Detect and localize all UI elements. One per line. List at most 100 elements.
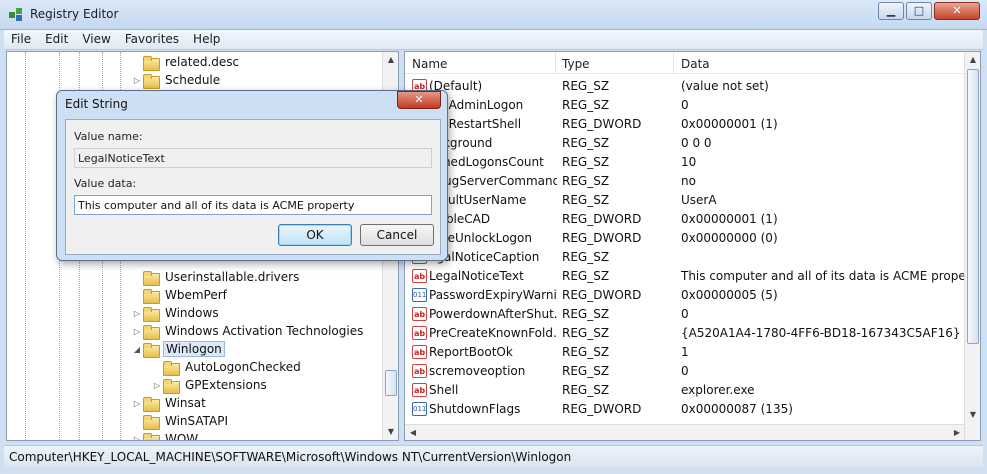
folder-icon	[143, 432, 160, 440]
menu-help[interactable]: Help	[186, 30, 227, 46]
list-row[interactable]: ab ReportBootOk REG_SZ 1	[405, 343, 965, 362]
column-divider[interactable]	[673, 52, 674, 74]
tree-item-winlogon[interactable]: ◢ Winlogon	[131, 340, 225, 358]
menu-edit[interactable]: Edit	[38, 30, 75, 46]
scroll-down-icon[interactable]: ▼	[965, 407, 980, 423]
list-row[interactable]: ab scremoveoption REG_SZ 0	[405, 362, 965, 381]
string-value-icon: ab	[412, 326, 427, 340]
tree-item[interactable]: WinSATAPI	[131, 412, 230, 430]
collapse-arrow-icon[interactable]: ◢	[131, 345, 143, 354]
list-row[interactable]: abutoAdminLogonREG_SZ0	[405, 96, 965, 115]
list-horizontal-scrollbar[interactable]: ◀ ▶	[405, 424, 965, 440]
list-row[interactable]: 011 ShutdownFlags REG_DWORD 0x00000087 (135…	[405, 400, 965, 419]
value-name-field: LegalNoticeText	[74, 148, 432, 168]
value-name: PowerdownAfterShut...	[429, 307, 557, 321]
dword-value-icon: 011	[412, 402, 427, 416]
value-name: utoAdminLogon	[429, 98, 524, 112]
string-value-icon: ab	[412, 269, 427, 283]
list-row[interactable]: 011orceUnlockLogonREG_DWORD0x00000000 (0…	[405, 229, 965, 248]
value-type: REG_SZ	[562, 193, 610, 207]
value-type: REG_SZ	[562, 326, 610, 340]
menu-file[interactable]: File	[4, 30, 38, 46]
dialog-title: Edit String	[65, 97, 128, 111]
scroll-left-icon[interactable]: ◀	[405, 425, 421, 440]
folder-icon	[143, 288, 160, 304]
scroll-right-icon[interactable]: ▶	[949, 425, 965, 440]
column-type-header[interactable]: Type	[562, 57, 590, 71]
value-type: REG_SZ	[562, 345, 610, 359]
list-row[interactable]: ab PowerdownAfterShut... REG_SZ 0	[405, 305, 965, 324]
list-row[interactable]: abebugServerCommandREG_SZno	[405, 172, 965, 191]
tree-item[interactable]: ▷ Schedule	[131, 71, 222, 89]
tree-item[interactable]: ▷ Winsat	[131, 394, 208, 412]
list-row[interactable]: 011isableCADREG_DWORD0x00000001 (1)	[405, 210, 965, 229]
list-row[interactable]: ab PreCreateKnownFold... REG_SZ {A520A1A4-1…	[405, 324, 965, 343]
tree-item[interactable]: ▷ Windows Activation Technologies	[131, 322, 365, 340]
value-name: (Default)	[429, 79, 483, 93]
value-data-input[interactable]	[74, 195, 432, 215]
list-row[interactable]: ab (Default) REG_SZ (value not set)	[405, 77, 965, 96]
list-row[interactable]: 011utoRestartShellREG_DWORD0x00000001 (1…	[405, 115, 965, 134]
expand-arrow-icon[interactable]: ▷	[151, 381, 163, 390]
value-type: REG_SZ	[562, 269, 610, 283]
tree-item-label: Winlogon	[163, 341, 225, 357]
list-row[interactable]: 011 PasswordExpiryWarni... REG_DWORD 0x0000…	[405, 286, 965, 305]
list-row[interactable]: ab Shell REG_SZ explorer.exe	[405, 381, 965, 400]
expand-arrow-icon[interactable]: ▷	[131, 399, 143, 408]
tree-item[interactable]: ▷ Windows	[131, 304, 221, 322]
folder-icon	[143, 306, 160, 322]
value-name: ackground	[429, 136, 493, 150]
list-row[interactable]: abackgroundREG_SZ0 0 0	[405, 134, 965, 153]
minimize-button[interactable]: ▁	[878, 2, 904, 20]
tree-item[interactable]: ▷ WOW	[131, 430, 200, 441]
list-row-legalnoticetext[interactable]: ab LegalNoticeText REG_SZ This computer and…	[405, 267, 980, 286]
folder-icon	[143, 414, 160, 430]
scroll-down-icon[interactable]: ▼	[383, 424, 398, 440]
value-type: REG_SZ	[562, 79, 610, 93]
menu-bar: File Edit View Favorites Help	[4, 30, 983, 50]
expand-arrow-icon[interactable]: ▷	[131, 76, 143, 85]
column-data-header[interactable]: Data	[681, 57, 710, 71]
folder-icon	[143, 73, 160, 89]
maximize-button[interactable]: □	[906, 2, 932, 20]
folder-icon	[143, 270, 160, 286]
value-name: Shell	[429, 383, 459, 397]
column-divider[interactable]	[555, 52, 556, 74]
scroll-up-icon[interactable]: ▲	[965, 52, 980, 68]
tree-item[interactable]: Userinstallable.drivers	[131, 268, 301, 286]
expand-arrow-icon[interactable]: ▷	[131, 327, 143, 336]
value-name: ReportBootOk	[429, 345, 513, 359]
values-list[interactable]: Name Type Data ab (Default) REG_SZ (value n…	[404, 51, 981, 441]
menu-favorites[interactable]: Favorites	[118, 30, 186, 46]
value-name: efaultUserName	[429, 193, 527, 207]
expand-arrow-icon[interactable]: ▷	[131, 309, 143, 318]
expand-arrow-icon[interactable]: ▷	[131, 435, 143, 441]
string-value-icon: ab	[412, 307, 427, 321]
list-row[interactable]: abefaultUserNameREG_SZUserA	[405, 191, 965, 210]
tree-item[interactable]: AutoLogonChecked	[151, 358, 303, 376]
list-vertical-scrollbar[interactable]: ▲ ▼	[964, 52, 980, 440]
column-name-header[interactable]: Name	[412, 57, 447, 71]
string-value-icon: ab	[412, 345, 427, 359]
close-button[interactable]: ✕	[934, 2, 980, 20]
tree-item[interactable]: WbemPerf	[131, 286, 229, 304]
string-value-icon: ab	[412, 383, 427, 397]
dword-value-icon: 011	[412, 288, 427, 302]
value-name-label: Value name:	[74, 130, 143, 143]
scroll-thumb[interactable]	[967, 69, 979, 344]
tree-item[interactable]: ▷ GPExtensions	[151, 376, 269, 394]
value-data: 0 0 0	[681, 136, 712, 150]
scroll-up-icon[interactable]: ▲	[383, 52, 398, 68]
cancel-button[interactable]: Cancel	[360, 224, 434, 246]
dialog-close-button[interactable]: ✕	[397, 91, 441, 109]
list-row[interactable]: abachedLogonsCountREG_SZ10	[405, 153, 965, 172]
value-data: 1	[681, 345, 689, 359]
menu-view[interactable]: View	[75, 30, 117, 46]
value-data: 10	[681, 155, 697, 169]
folder-icon	[143, 55, 160, 71]
tree-item[interactable]: related.desc	[131, 53, 241, 71]
scroll-thumb[interactable]	[385, 370, 397, 396]
list-row[interactable]: abegalNoticeCaptionREG_SZ	[405, 248, 965, 267]
ok-button[interactable]: OK	[278, 224, 352, 246]
value-data: 0x00000087 (135)	[681, 402, 793, 416]
